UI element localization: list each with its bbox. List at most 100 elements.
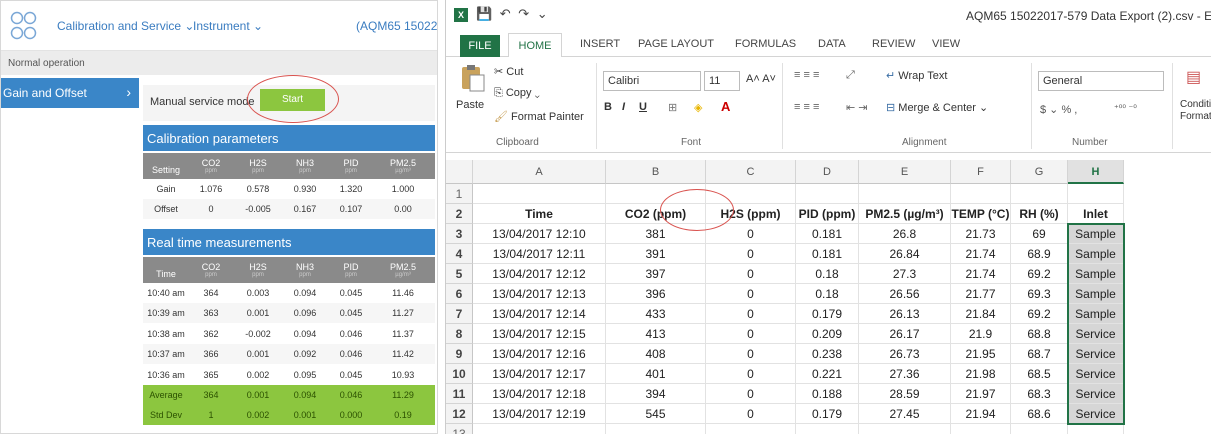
grid-cell[interactable]: 0.181: [796, 224, 859, 244]
grid-cell[interactable]: 21.97: [951, 384, 1011, 404]
column-header-c[interactable]: C: [706, 160, 796, 184]
column-header-f[interactable]: F: [951, 160, 1011, 184]
grid-cell[interactable]: PM2.5 (µg/m³): [859, 204, 951, 224]
align-left-icon[interactable]: ≡ ≡ ≡: [794, 101, 819, 113]
grid-cell[interactable]: 401: [606, 364, 706, 384]
grid-cell[interactable]: 13/04/2017 12:11: [473, 244, 606, 264]
column-header-d[interactable]: D: [796, 160, 859, 184]
font-color-icon[interactable]: A: [721, 99, 730, 114]
grid-cell[interactable]: 13/04/2017 12:18: [473, 384, 606, 404]
grid-cell[interactable]: 13/04/2017 12:14: [473, 304, 606, 324]
grid-cell[interactable]: 0: [706, 344, 796, 364]
grid-cell[interactable]: [1011, 424, 1068, 434]
tab-page-layout[interactable]: PAGE LAYOUT: [638, 38, 714, 50]
row-header[interactable]: 11: [446, 384, 473, 404]
nav-calibration-menu[interactable]: Calibration and Service ⌄: [57, 19, 194, 33]
format-painter-button[interactable]: 🖌 Format Painter: [494, 110, 584, 123]
grid-cell[interactable]: 13/04/2017 12:10: [473, 224, 606, 244]
grid-cell[interactable]: 0: [706, 264, 796, 284]
row-header[interactable]: 3: [446, 224, 473, 244]
grid-cell[interactable]: 21.98: [951, 364, 1011, 384]
grid-cell[interactable]: 13/04/2017 12:15: [473, 324, 606, 344]
currency-icon[interactable]: $ ⌄ % ,: [1040, 103, 1077, 116]
grid-cell[interactable]: 26.13: [859, 304, 951, 324]
grid-cell[interactable]: 21.9: [951, 324, 1011, 344]
column-header-h[interactable]: H: [1068, 160, 1124, 184]
grid-cell[interactable]: 69.2: [1011, 264, 1068, 284]
grid-cell[interactable]: [859, 424, 951, 434]
grid-cell[interactable]: [606, 424, 706, 434]
row-header[interactable]: 13: [446, 424, 473, 434]
copy-button[interactable]: ⎘ Copy ⌄: [494, 87, 540, 100]
grid-cell[interactable]: 394: [606, 384, 706, 404]
grid-cell[interactable]: 13/04/2017 12:17: [473, 364, 606, 384]
grid-cell[interactable]: 13/04/2017 12:16: [473, 344, 606, 364]
grid-cell[interactable]: PID (ppm): [796, 204, 859, 224]
paste-icon[interactable]: [460, 63, 486, 93]
grid-cell[interactable]: 0.209: [796, 324, 859, 344]
grid-cell[interactable]: 0: [706, 324, 796, 344]
grid-cell[interactable]: 0: [706, 224, 796, 244]
grid-cell[interactable]: 21.73: [951, 224, 1011, 244]
grid-cell[interactable]: 0: [706, 404, 796, 424]
font-grow-icon[interactable]: A˄ A˅: [746, 73, 776, 85]
grid-cell[interactable]: 68.8: [1011, 324, 1068, 344]
tab-home[interactable]: HOME: [508, 33, 562, 58]
grid-cell[interactable]: 27.36: [859, 364, 951, 384]
decimal-icon[interactable]: ⁺⁰⁰ ⁻⁰: [1114, 103, 1137, 114]
grid-cell[interactable]: 26.17: [859, 324, 951, 344]
cut-button[interactable]: ✂ Cut: [494, 65, 523, 78]
grid-cell[interactable]: 0.179: [796, 404, 859, 424]
grid-cell[interactable]: 0.188: [796, 384, 859, 404]
grid-cell[interactable]: 413: [606, 324, 706, 344]
selected-range[interactable]: [1067, 223, 1125, 425]
paste-button[interactable]: Paste: [456, 99, 484, 111]
grid-cell[interactable]: 0.238: [796, 344, 859, 364]
row-header[interactable]: 7: [446, 304, 473, 324]
underline-button[interactable]: U: [639, 101, 647, 113]
tab-view[interactable]: VIEW: [932, 38, 960, 50]
borders-icon[interactable]: ⊞: [668, 101, 677, 114]
conditional-format-button[interactable]: Conditi: [1180, 99, 1211, 110]
row-header[interactable]: 2: [446, 204, 473, 224]
grid-cell[interactable]: [473, 424, 606, 434]
grid-cell[interactable]: RH (%): [1011, 204, 1068, 224]
grid-cell[interactable]: Time: [473, 204, 606, 224]
grid-cell[interactable]: 0: [706, 304, 796, 324]
grid-cell[interactable]: [859, 184, 951, 204]
font-size-select[interactable]: 11: [704, 71, 740, 91]
grid-cell[interactable]: 0.221: [796, 364, 859, 384]
row-header[interactable]: 5: [446, 264, 473, 284]
grid-cell[interactable]: 68.9: [1011, 244, 1068, 264]
grid-cell[interactable]: 0: [706, 364, 796, 384]
grid-cell[interactable]: 27.3: [859, 264, 951, 284]
grid-cell[interactable]: [473, 184, 606, 204]
tab-insert[interactable]: INSERT: [580, 38, 620, 50]
grid-cell[interactable]: 68.6: [1011, 404, 1068, 424]
grid-cell[interactable]: 13/04/2017 12:13: [473, 284, 606, 304]
grid-cell[interactable]: 408: [606, 344, 706, 364]
row-header[interactable]: 4: [446, 244, 473, 264]
grid-cell[interactable]: 433: [606, 304, 706, 324]
grid-cell[interactable]: 26.73: [859, 344, 951, 364]
tab-data[interactable]: DATA: [818, 38, 846, 50]
grid-cell[interactable]: 13/04/2017 12:12: [473, 264, 606, 284]
merge-center-button[interactable]: ⊟ Merge & Center ⌄: [886, 101, 988, 114]
row-header[interactable]: 10: [446, 364, 473, 384]
column-header-b[interactable]: B: [606, 160, 706, 184]
grid-cell[interactable]: 21.74: [951, 244, 1011, 264]
grid-cell[interactable]: 0: [706, 284, 796, 304]
format-table-button[interactable]: Formati: [1180, 111, 1211, 122]
grid-cell[interactable]: 397: [606, 264, 706, 284]
grid-cell[interactable]: 69.2: [1011, 304, 1068, 324]
grid-cell[interactable]: 68.5: [1011, 364, 1068, 384]
row-header[interactable]: 9: [446, 344, 473, 364]
grid-cell[interactable]: [796, 184, 859, 204]
quick-access-toolbar[interactable]: 💾 ↶ ↷ ⌄: [476, 6, 550, 22]
grid-cell[interactable]: [951, 184, 1011, 204]
fill-color-icon[interactable]: ◈: [694, 101, 702, 114]
indent-icon[interactable]: ⇤ ⇥: [846, 101, 868, 114]
sidebar-item-gain-offset[interactable]: Gain and Offset ›: [1, 78, 139, 108]
grid-cell[interactable]: 26.8: [859, 224, 951, 244]
grid-cell[interactable]: Inlet: [1068, 204, 1124, 224]
